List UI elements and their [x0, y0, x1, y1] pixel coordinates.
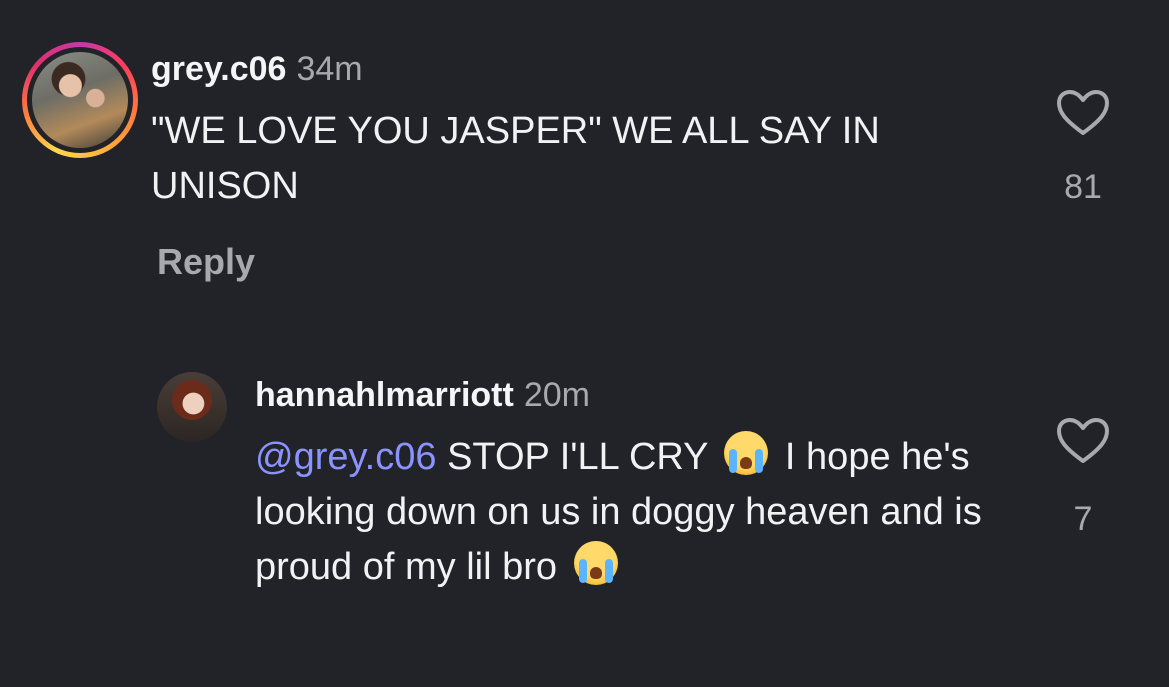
- mention-link[interactable]: @grey.c06: [255, 436, 437, 478]
- heart-icon[interactable]: [1055, 88, 1111, 138]
- reply-button[interactable]: Reply: [157, 241, 255, 283]
- user-avatar-story-ring[interactable]: [22, 42, 138, 158]
- avatar-image: [32, 52, 128, 148]
- username[interactable]: grey.c06: [151, 50, 286, 88]
- comment-grey-c06: grey.c06 34m "WE LOVE YOU JASPER" WE ALL …: [0, 0, 1169, 330]
- user-avatar[interactable]: [157, 372, 227, 442]
- comment-text: "WE LOVE YOU JASPER" WE ALL SAY IN UNISO…: [151, 110, 880, 207]
- like-count: 7: [1073, 500, 1093, 538]
- timestamp: 20m: [523, 376, 590, 414]
- timestamp: 34m: [296, 50, 363, 88]
- loudly-crying-face-icon: [573, 541, 618, 585]
- heart-icon[interactable]: [1055, 416, 1111, 466]
- comment-text: @grey.c06 STOP I'LL CRY I hope he's look…: [255, 430, 1015, 595]
- comment-header: grey.c06 34m: [151, 50, 363, 89]
- comment-hannahlmarriott: hannahlmarriott 20m @grey.c06 STOP I'LL C…: [0, 360, 1169, 687]
- like-count: 81: [1064, 168, 1102, 206]
- comment-header: hannahlmarriott 20m: [255, 376, 590, 415]
- comment-text-part: STOP I'LL CRY: [436, 436, 719, 478]
- username[interactable]: hannahlmarriott: [255, 376, 514, 414]
- loudly-crying-face-icon: [724, 431, 769, 475]
